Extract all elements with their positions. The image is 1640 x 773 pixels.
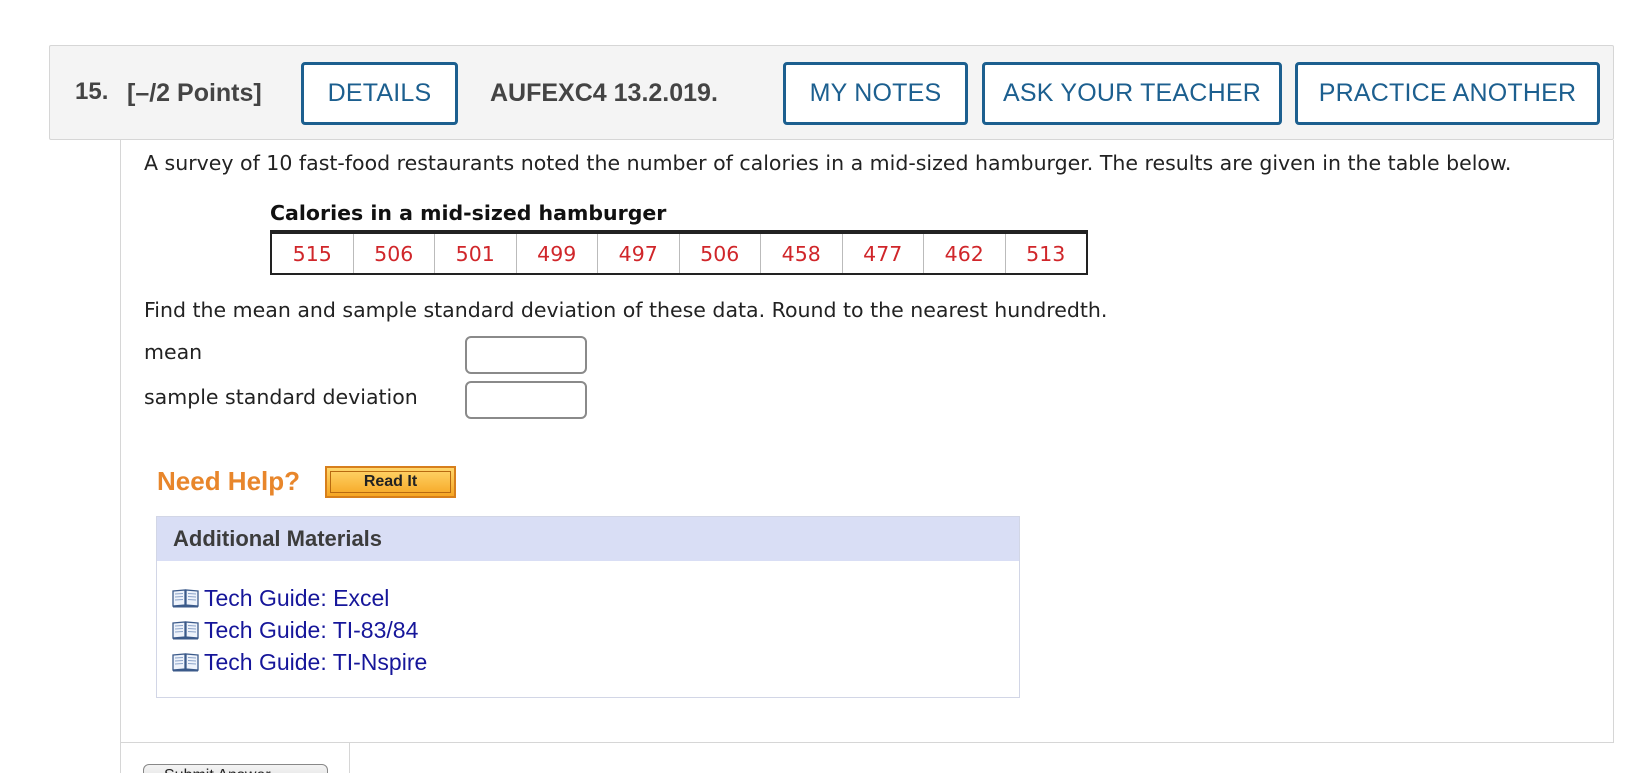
table-cell: 499	[515, 234, 598, 273]
sample-standard-deviation-input[interactable]	[465, 381, 587, 419]
table-cell: 462	[923, 234, 1005, 273]
question-prompt: A survey of 10 fast-food restaurants not…	[144, 151, 1512, 175]
practice-another-button[interactable]: PRACTICE ANOTHER	[1295, 62, 1600, 125]
table-top-rule	[270, 230, 1088, 233]
ask-your-teacher-button[interactable]: ASK YOUR TEACHER	[982, 62, 1282, 125]
table-cell: 458	[760, 234, 842, 273]
book-icon	[172, 653, 199, 672]
tech-guide-ti-83-84-link[interactable]: Tech Guide: TI-83/84	[204, 617, 418, 644]
question-number: 15.	[75, 78, 109, 105]
table-cell: 513	[1004, 234, 1087, 273]
table-title: Calories in a mid-sized hamburger	[270, 201, 667, 225]
submit-answer-button[interactable]: Submit Answer	[143, 764, 328, 773]
table-cell: 506	[352, 234, 435, 273]
book-icon	[172, 589, 199, 608]
mean-input[interactable]	[465, 336, 587, 374]
sample-standard-deviation-label: sample standard deviation	[144, 385, 418, 409]
table-cell: 506	[678, 234, 761, 273]
table-cell: 497	[597, 234, 679, 273]
question-instruction: Find the mean and sample standard deviat…	[144, 298, 1108, 322]
table-cell: 501	[434, 234, 516, 273]
question-code: AUFEXC4 13.2.019.	[490, 79, 718, 107]
list-item[interactable]: Tech Guide: TI-83/84	[172, 614, 1019, 646]
calories-table: 515 506 501 499 497 506 458 477 462 513	[270, 232, 1088, 275]
table-cell: 515	[292, 241, 332, 266]
book-icon	[172, 621, 199, 640]
my-notes-button[interactable]: MY NOTES	[783, 62, 968, 125]
additional-materials-panel: Additional Materials Tech Guide: Excel T…	[156, 516, 1020, 698]
list-item[interactable]: Tech Guide: TI-Nspire	[172, 646, 1019, 678]
mean-label: mean	[144, 340, 203, 364]
list-item[interactable]: Tech Guide: Excel	[172, 582, 1019, 614]
table-cell: 477	[841, 234, 924, 273]
question-points: [–/2 Points]	[127, 79, 262, 107]
details-button[interactable]: DETAILS	[301, 62, 458, 125]
additional-materials-heading: Additional Materials	[157, 517, 1019, 561]
tech-guide-ti-nspire-link[interactable]: Tech Guide: TI-Nspire	[204, 649, 427, 676]
question-header: 15. [–/2 Points] DETAILS AUFEXC4 13.2.01…	[49, 45, 1614, 140]
read-it-button[interactable]: Read It	[325, 466, 456, 498]
need-help-label: Need Help?	[157, 466, 301, 496]
materials-list: Tech Guide: Excel Tech Guide: TI-83/84 T…	[157, 561, 1019, 678]
tech-guide-excel-link[interactable]: Tech Guide: Excel	[204, 585, 389, 612]
